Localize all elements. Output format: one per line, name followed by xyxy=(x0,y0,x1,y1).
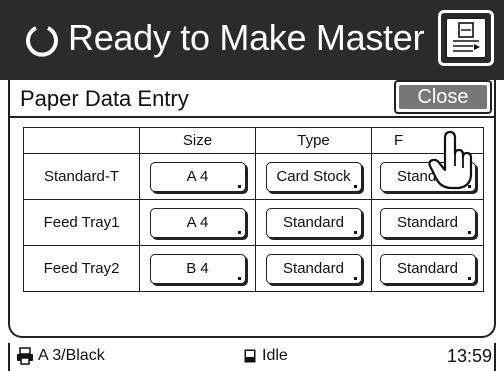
paper-data-table: Size Type F Standard-T A 4 Card Stock St… xyxy=(23,127,484,292)
table-header-row: Size Type F xyxy=(23,127,484,154)
type-value: Standard xyxy=(283,259,344,277)
size-button[interactable]: B 4 xyxy=(149,253,246,284)
table-row: Feed Tray2 B 4 Standard Standard xyxy=(23,245,484,292)
size-value: A 4 xyxy=(186,213,209,231)
feed-button[interactable]: Standard xyxy=(379,253,476,284)
paper-data-panel: Paper Data Entry Close Size Type F Stand… xyxy=(8,80,496,338)
divider xyxy=(10,116,494,118)
paper-status: A 3/Black xyxy=(38,347,105,364)
machine-state-icon xyxy=(244,349,256,363)
type-button[interactable]: Standard xyxy=(265,253,362,284)
pointing-hand-icon xyxy=(428,130,473,190)
close-button[interactable]: Close xyxy=(394,80,492,114)
close-button-label: Close xyxy=(399,85,487,109)
table-row: Feed Tray1 A 4 Standard Standard xyxy=(23,199,484,246)
size-button[interactable]: A 4 xyxy=(149,161,246,192)
machine-state: Idle xyxy=(262,347,288,364)
row-label: Standard-T xyxy=(23,153,140,200)
feed-button[interactable]: Standard xyxy=(379,207,476,238)
row-label: Feed Tray1 xyxy=(23,199,140,246)
clock: 13:59 xyxy=(446,346,492,366)
feed-value: Standard xyxy=(397,259,458,277)
type-button[interactable]: Standard xyxy=(265,207,362,238)
feed-value: Standard xyxy=(397,213,458,231)
master-menu-icon xyxy=(445,17,487,59)
status-bar: A 3/Black Idle 13:59 xyxy=(0,343,504,371)
panel-title: Paper Data Entry xyxy=(20,86,189,111)
size-value: B 4 xyxy=(186,259,209,277)
printer-icon xyxy=(17,347,33,365)
size-value: A 4 xyxy=(186,167,209,185)
status-divider-left xyxy=(8,343,10,371)
column-header-type: Type xyxy=(255,127,372,154)
table-row: Standard-T A 4 Card Stock Standard xyxy=(23,153,484,200)
column-header-size: Size xyxy=(139,127,256,154)
master-menu-button[interactable] xyxy=(438,10,494,66)
header-bar: Ready to Make Master xyxy=(0,0,504,80)
type-value: Card Stock xyxy=(276,167,351,185)
status-divider-right xyxy=(494,343,496,371)
size-button[interactable]: A 4 xyxy=(149,207,246,238)
ready-circle-icon xyxy=(26,26,58,57)
type-button[interactable]: Card Stock xyxy=(265,161,362,192)
corner-cell xyxy=(23,127,140,154)
type-value: Standard xyxy=(283,213,344,231)
page-title: Ready to Make Master xyxy=(68,17,425,58)
row-label: Feed Tray2 xyxy=(23,245,140,292)
